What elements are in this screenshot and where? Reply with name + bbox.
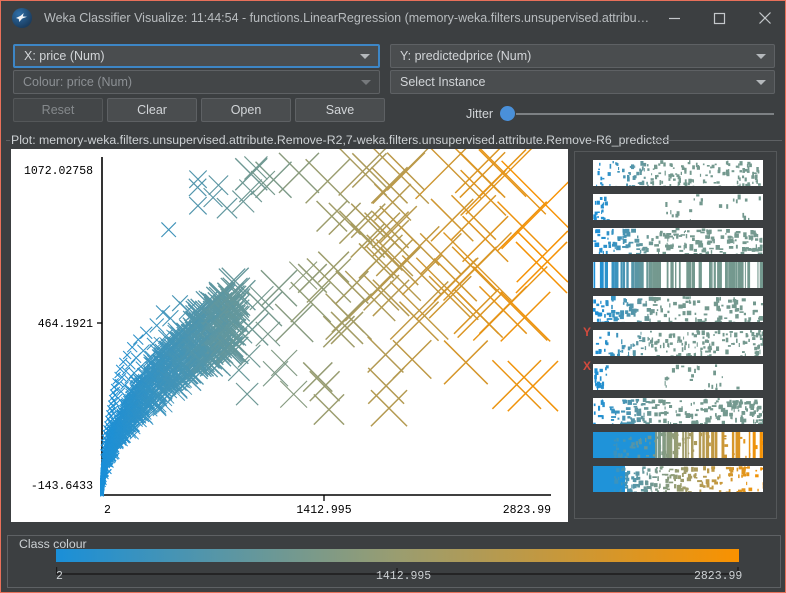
- reset-button[interactable]: Reset: [13, 98, 103, 122]
- minimize-icon[interactable]: [652, 1, 697, 35]
- attribute-strip[interactable]: [593, 432, 763, 458]
- chevron-down-icon: [361, 80, 371, 85]
- weka-bird-icon: [12, 8, 32, 28]
- select-instance-dropdown[interactable]: Select Instance: [390, 70, 775, 94]
- weka-visualize-window: Weka Classifier Visualize: 11:44:54 - fu…: [0, 0, 786, 593]
- attribute-strip[interactable]: [593, 160, 763, 186]
- attribute-strip[interactable]: [593, 228, 763, 254]
- window-controls: [652, 1, 785, 35]
- colour-select-value: Colour: price (Num): [23, 75, 133, 89]
- scatter-plot-svg: 1072.02758 464.1921 -143.6433 2 1412.995…: [24, 149, 568, 517]
- group-border-left: [6, 140, 10, 141]
- group-border-right: [651, 140, 782, 141]
- open-button[interactable]: Open: [201, 98, 291, 122]
- chevron-down-icon: [756, 54, 766, 59]
- attribute-strip[interactable]: [593, 398, 763, 424]
- chevron-down-icon: [756, 80, 766, 85]
- save-button[interactable]: Save: [295, 98, 385, 122]
- attribute-strip[interactable]: [593, 330, 763, 356]
- title-bar: Weka Classifier Visualize: 11:44:54 - fu…: [1, 1, 785, 35]
- class-colour-ticks: 2 1412.995 2823.99: [51, 570, 751, 586]
- maximize-icon[interactable]: [697, 1, 742, 35]
- y-axis-select-value: Y: predictedprice (Num): [400, 49, 532, 63]
- scatter-plot-panel[interactable]: 1072.02758 464.1921 -143.6433 2 1412.995…: [11, 149, 568, 522]
- x-axis-max-label: 2823.99: [503, 504, 551, 517]
- legend-min-label: 2: [56, 570, 63, 583]
- x-attribute-tag: X: [582, 359, 591, 373]
- attribute-strip[interactable]: [593, 262, 763, 288]
- attribute-strip[interactable]: [593, 466, 763, 492]
- plot-title: Plot: memory-weka.filters.unsupervised.a…: [11, 133, 670, 147]
- class-colour-gradient: [56, 549, 739, 562]
- x-axis-select-value: X: price (Num): [24, 49, 105, 63]
- x-axis-min-label: 2: [104, 504, 111, 517]
- x-axis-mid-label: 1412.995: [296, 504, 351, 517]
- close-icon[interactable]: [742, 1, 785, 35]
- clear-button[interactable]: Clear: [107, 98, 197, 122]
- y-axis-max-label: 1072.02758: [24, 165, 93, 178]
- x-axis-select[interactable]: X: price (Num): [13, 44, 380, 68]
- jitter-label: Jitter: [466, 107, 494, 121]
- window-title: Weka Classifier Visualize: 11:44:54 - fu…: [44, 11, 652, 25]
- class-colour-axis: [55, 562, 739, 575]
- jitter-slider-track[interactable]: [516, 113, 774, 115]
- attribute-strip[interactable]: [593, 296, 763, 322]
- y-axis-mid-label: 464.1921: [38, 318, 93, 331]
- select-instance-value: Select Instance: [400, 75, 486, 89]
- attribute-strips-panel[interactable]: Y X: [574, 151, 777, 519]
- x-axis-origin-label: -143.6433: [31, 480, 93, 493]
- attribute-strip[interactable]: [593, 364, 763, 390]
- colour-select[interactable]: Colour: price (Num): [13, 70, 380, 94]
- chevron-down-icon: [360, 54, 370, 59]
- scatter-points: [100, 149, 568, 497]
- legend-max-label: 2823.99: [694, 570, 743, 583]
- legend-mid-label: 1412.995: [376, 570, 432, 583]
- y-attribute-tag: Y: [582, 325, 591, 339]
- y-axis-select[interactable]: Y: predictedprice (Num): [390, 44, 775, 68]
- attribute-strip[interactable]: [593, 194, 763, 220]
- jitter-slider-thumb[interactable]: [500, 106, 515, 121]
